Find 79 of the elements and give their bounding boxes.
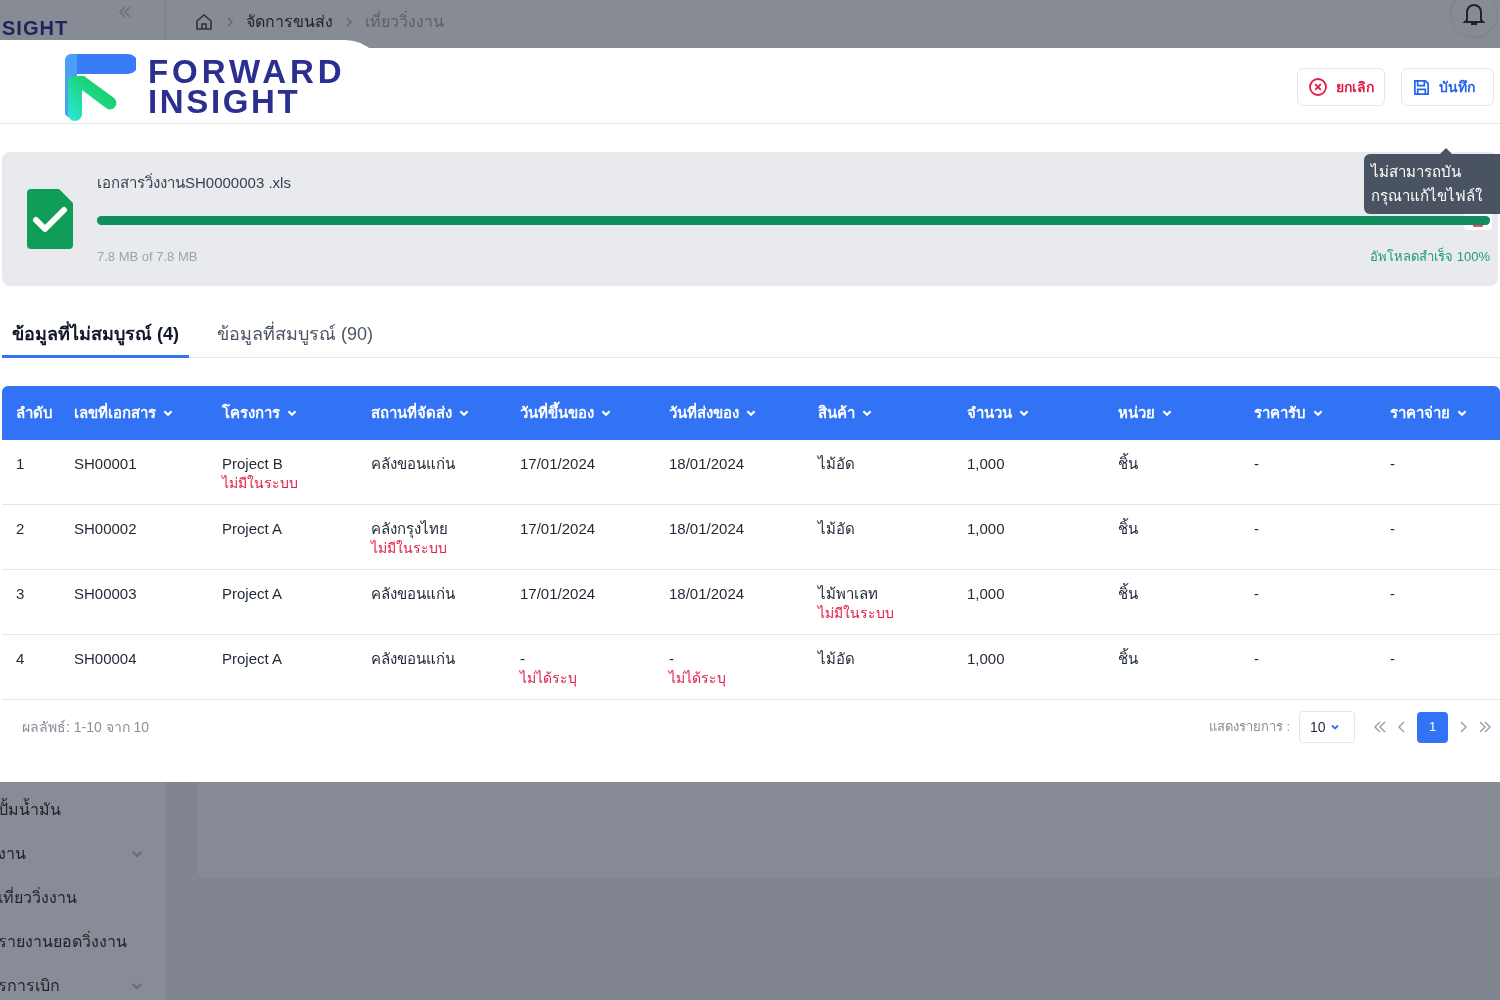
table-cell-text: SH00004 [74,649,138,669]
table-cell-text: - [1390,584,1396,604]
error-text: ไม่ได้ระบุ [669,669,727,687]
table-cell-text: Project A [222,649,284,669]
error-text: ไม่มีในระบบ [222,474,299,492]
table-cell-text: คลังขอนแก่น [371,649,456,669]
error-text: ไม่มีในระบบ [818,604,895,622]
table-cell-text: 18/01/2024 [669,584,746,604]
table-cell-text: ชิ้น [1118,649,1139,669]
file-name: เอกสารวิ่งงานSH0000003 .xls [97,172,291,193]
page-size-select[interactable]: 10 [1299,711,1355,743]
sidebar-item[interactable]: งาน [0,832,166,876]
cancel-button[interactable]: ยกเลิก [1297,68,1385,106]
table-cell-text: - [1254,519,1260,539]
table-cell-text: ชิ้น [1118,454,1139,474]
tooltip-text: ไม่สามารถบัน [1371,162,1461,182]
page-button[interactable]: 1 [1417,711,1448,743]
table-cell-text: 1 [16,454,26,474]
column-header[interactable]: เลขที่เอกสาร [74,401,222,425]
table-cell-text: - [1390,519,1396,539]
column-header[interactable]: ราคารับ [1254,401,1390,425]
column-header[interactable]: หน่วย [1118,401,1254,425]
table-cell-text: - [1254,584,1260,604]
file-size: 7.8 MB of 7.8 MB [97,248,198,266]
logo-text: SIGHT [2,16,69,41]
column-header[interactable]: โครงการ [222,401,371,425]
breadcrumb-link[interactable]: จัดการขนส่ง [246,10,333,34]
table-cell-text: SH00003 [74,584,138,604]
table-cell-text: - [1254,649,1260,669]
column-header[interactable]: ราคาจ่าย [1390,401,1500,425]
table-cell-text: ไม้พาเลท [818,584,879,604]
table-cell-text: - [669,649,675,669]
sidebar-item[interactable]: เที่ยววิ่งงาน [0,876,166,920]
table-cell-text: คลังขอนแก่น [371,454,456,474]
tooltip-text: กรุณาแก้ไขไฟล์ใ [1371,186,1482,208]
table-cell-text: ไม้อัด [818,649,856,669]
logo-text: INSIGHT [148,87,302,117]
table-cell-text: Project A [222,584,284,604]
tab[interactable]: ข้อมูลที่ไม่สมบูรณ์ (4) [2,314,189,358]
column-header[interactable]: สินค้า [818,401,967,425]
save-button[interactable]: บันทึก [1401,68,1494,106]
table-cell-text: SH00002 [74,519,138,539]
table-cell-text: 17/01/2024 [520,454,597,474]
result-summary: ผลลัพธ์: 1-10 จาก 10 [22,717,150,737]
table-cell-text: คลังกรุงไทย [371,519,449,539]
table-cell-text: ชิ้น [1118,519,1139,539]
table-cell-text: 17/01/2024 [520,519,597,539]
page-size-label: แสดงรายการ : [1208,718,1290,737]
tab[interactable]: ข้อมูลที่สมบูรณ์ (90) [207,314,383,358]
table-cell-text: 2 [16,519,26,539]
column-header[interactable]: สถานที่จัดส่ง [371,401,520,425]
table-cell-text: 1,000 [967,519,1006,539]
table-cell-text: - [1254,454,1260,474]
table-cell-text: 1,000 [967,649,1006,669]
table-cell-text: คลังขอนแก่น [371,584,456,604]
error-text: ไม่ได้ระบุ [520,669,578,687]
column-header[interactable]: วันที่ขึ้นของ [520,401,669,425]
table-cell-text: ไม้อัด [818,519,856,539]
upload-status: อัพโหลดสำเร็จ 100% [1370,247,1490,266]
column-header[interactable]: ลำดับ [16,401,74,425]
table-cell-text: - [520,649,526,669]
table-cell-text: 1,000 [967,454,1006,474]
table-cell-text: 1,000 [967,584,1006,604]
table-cell-text: SH00001 [74,454,138,474]
logo-text: FORWARD [148,57,346,87]
table-cell-text: 4 [16,649,26,669]
table-cell-text: 18/01/2024 [669,454,746,474]
table-cell-text: Project B [222,454,284,474]
table-cell-text: 3 [16,584,26,604]
table-cell-text: 18/01/2024 [669,519,746,539]
column-header[interactable]: จำนวน [967,401,1118,425]
table-cell-text: Project A [222,519,284,539]
table-cell-text: ไม้อัด [818,454,856,474]
table-cell-text: ชิ้น [1118,584,1139,604]
error-text: ไม่มีในระบบ [371,539,448,557]
table-cell-text: 17/01/2024 [520,584,597,604]
table-cell-text: - [1390,649,1396,669]
table-cell-text: - [1390,454,1396,474]
column-header[interactable]: วันที่ส่งของ [669,401,818,425]
